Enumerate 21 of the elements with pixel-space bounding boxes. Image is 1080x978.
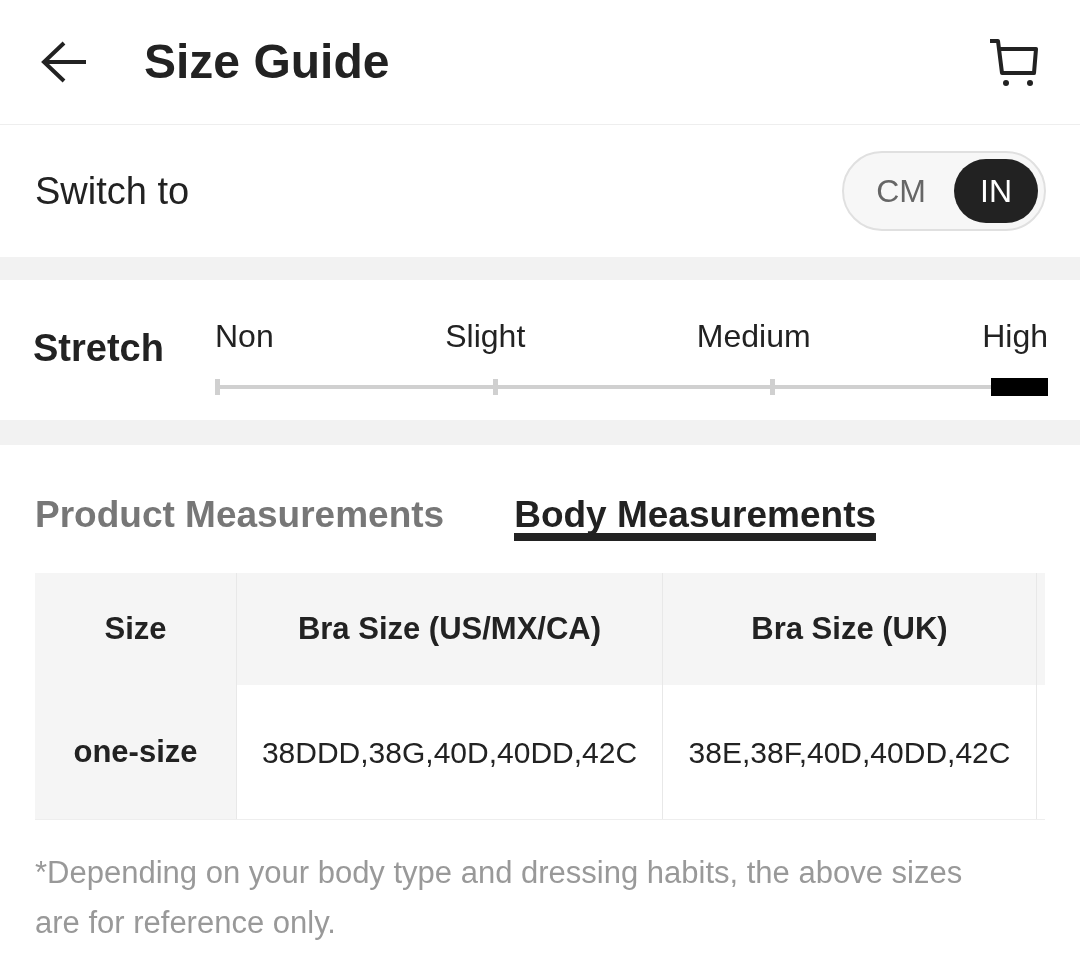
tab[interactable]: Body Measurements (514, 487, 877, 541)
footnote: *Depending on your body type and dressing habits, the above sizes are for reference only. (35, 854, 964, 942)
column-header: Bra Size (US/MX/CA) (237, 573, 663, 685)
stretch-label: Stretch (33, 326, 165, 371)
back-icon[interactable] (40, 40, 88, 84)
stretch-option: Non (215, 312, 274, 356)
stretch-option: Medium (696, 312, 811, 356)
column-header: Bra Size (UK) (663, 573, 1037, 685)
page-title: Size Guide (144, 34, 390, 90)
switch-label: Switch to (35, 168, 190, 214)
unit-toggle[interactable]: CM IN (842, 151, 1046, 231)
table-cell: 38DDD,38G,40D,40DD,42C (237, 685, 663, 819)
stretch-option: High (982, 312, 1048, 356)
table-cell: 38E,38F,40D,40DD,42C (663, 685, 1037, 819)
tab[interactable]: Product Measurements (35, 487, 445, 541)
cart-icon[interactable] (988, 37, 1040, 87)
stretch-option: Slight (445, 312, 526, 356)
unit-option[interactable]: IN (954, 159, 1038, 223)
column-header: Size (35, 573, 237, 685)
unit-option[interactable]: CM (850, 159, 952, 223)
table-cell: one-size (35, 685, 237, 819)
